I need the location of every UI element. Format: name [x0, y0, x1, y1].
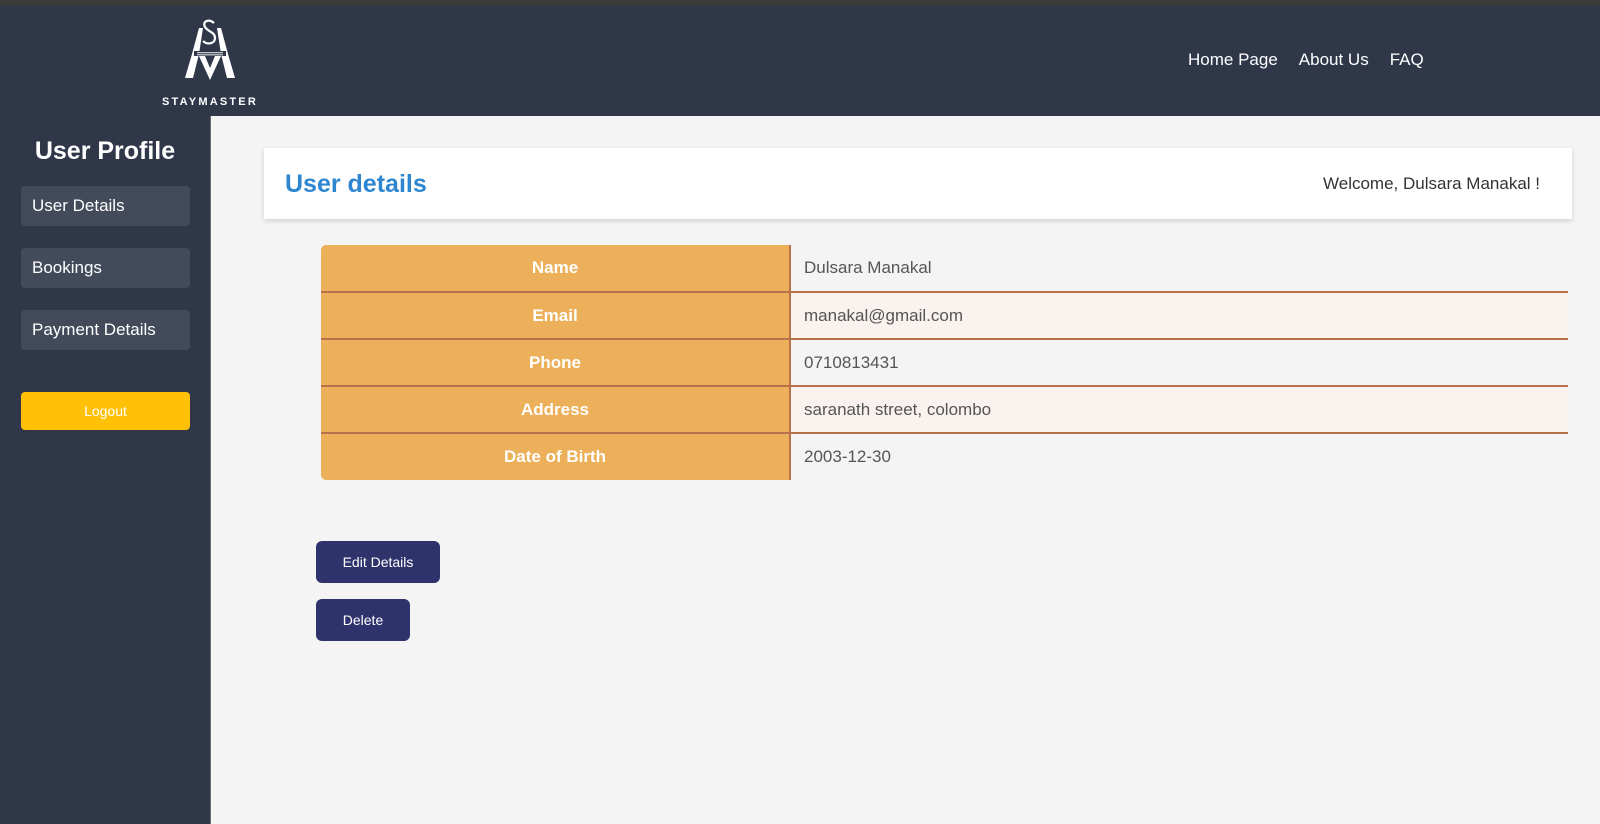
email-label: Email	[321, 291, 790, 339]
email-value: manakal@gmail.com	[789, 291, 1568, 339]
date-of-birth-label: Date of Birth	[321, 432, 790, 480]
user-details-table: Name Dulsara Manakal Email manakal@gmail…	[321, 245, 1568, 480]
welcome-message: Welcome, Dulsara Manakal !	[1323, 174, 1540, 193]
name-value: Dulsara Manakal	[789, 245, 1568, 292]
edit-details-button[interactable]: Edit Details	[316, 541, 440, 583]
table-row: Email manakal@gmail.com	[321, 291, 1568, 339]
logout-button[interactable]: Logout	[21, 392, 190, 430]
date-of-birth-value: 2003-12-30	[789, 432, 1568, 480]
top-nav: Home Page About Us FAQ	[1188, 50, 1424, 70]
table-row: Address saranath street, colombo	[321, 385, 1568, 433]
nav-faq[interactable]: FAQ	[1390, 50, 1424, 70]
top-header: STAYMASTER Home Page About Us FAQ	[0, 6, 1600, 116]
address-value: saranath street, colombo	[789, 385, 1568, 433]
sidebar-title: User Profile	[34, 137, 176, 165]
logo-wordmark: STAYMASTER	[162, 96, 258, 108]
logo-mark-icon	[185, 19, 235, 80]
sidebar: User Profile User Details Bookings Payme…	[0, 116, 211, 824]
details-header-card: User details Welcome, Dulsara Manakal !	[264, 148, 1572, 219]
page-title: User details	[285, 170, 427, 198]
staymaster-logo[interactable]: STAYMASTER	[158, 16, 262, 108]
address-label: Address	[321, 385, 790, 433]
name-label: Name	[321, 245, 790, 292]
phone-value: 0710813431	[789, 338, 1568, 386]
nav-about-us[interactable]: About Us	[1299, 50, 1369, 70]
table-row: Name Dulsara Manakal	[321, 245, 1568, 292]
table-row: Date of Birth 2003-12-30	[321, 432, 1568, 480]
sidebar-item-user-details[interactable]: User Details	[21, 186, 190, 226]
sidebar-item-payment-details[interactable]: Payment Details	[21, 310, 190, 350]
phone-label: Phone	[321, 338, 790, 386]
delete-button[interactable]: Delete	[316, 599, 410, 641]
table-row: Phone 0710813431	[321, 338, 1568, 386]
nav-home-page[interactable]: Home Page	[1188, 50, 1278, 70]
sidebar-item-bookings[interactable]: Bookings	[21, 248, 190, 288]
